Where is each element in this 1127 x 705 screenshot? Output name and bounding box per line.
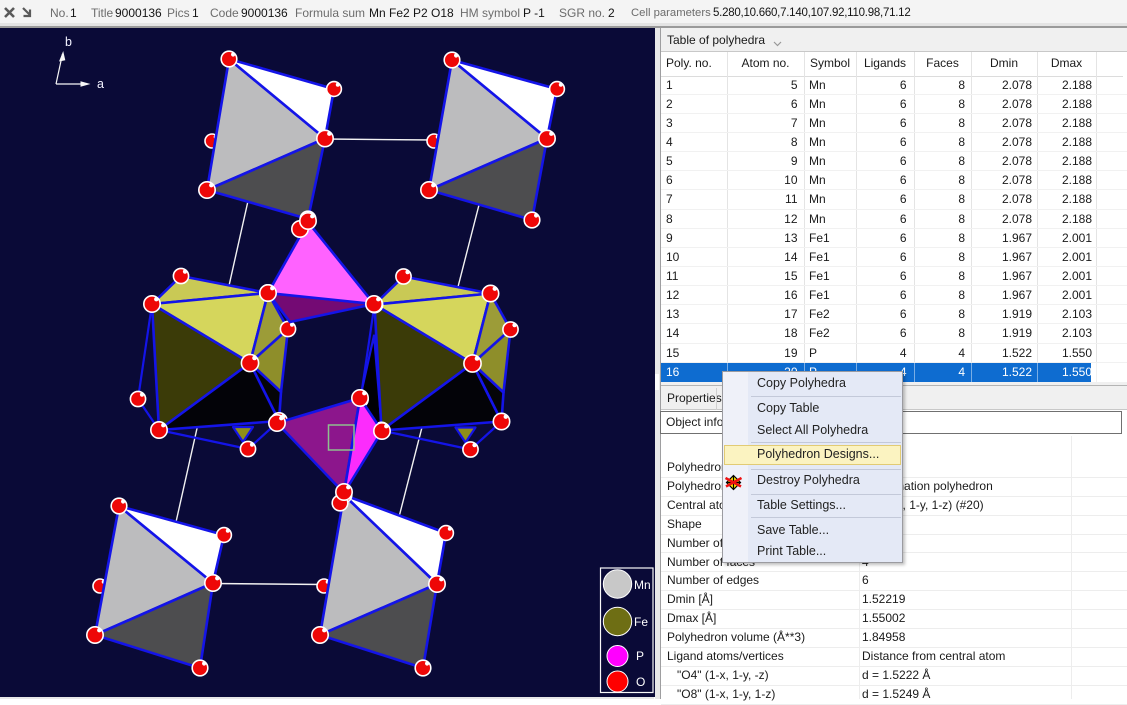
svg-text:Mn: Mn <box>634 578 651 592</box>
svg-text:a: a <box>97 77 104 91</box>
svg-text:P: P <box>636 649 644 663</box>
svg-text:Fe: Fe <box>634 615 648 629</box>
svg-text:O: O <box>636 675 645 689</box>
svg-text:b: b <box>65 35 72 49</box>
